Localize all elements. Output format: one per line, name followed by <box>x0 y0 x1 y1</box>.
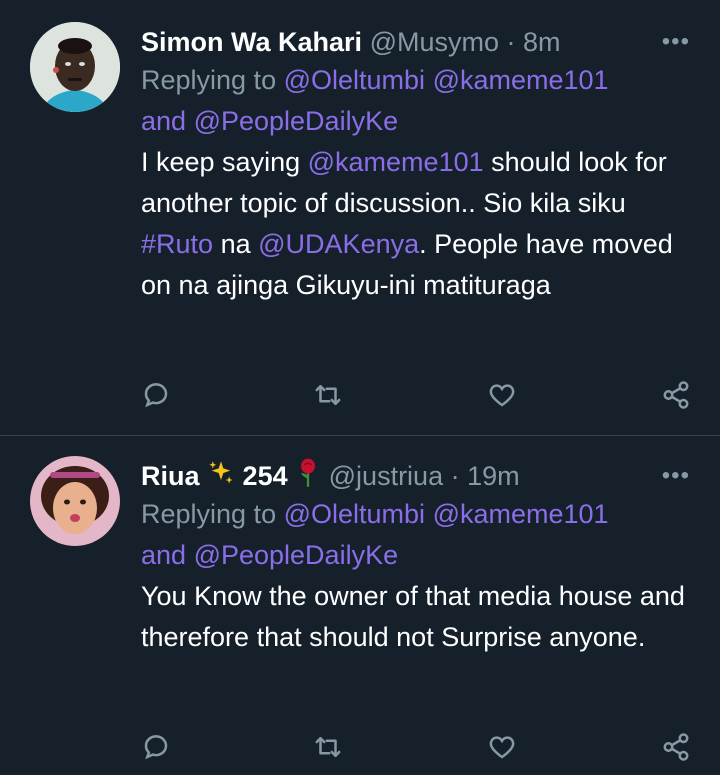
mention-link[interactable]: @Oleltumbi <box>284 499 425 529</box>
rose-icon <box>295 458 321 497</box>
handle[interactable]: @justriua <box>329 461 443 491</box>
replying-to: Replying to @Oleltumbi @kameme101 and @P… <box>141 60 698 142</box>
mention-link[interactable]: @PeopleDailyKe <box>194 540 399 570</box>
avatar[interactable] <box>30 456 120 546</box>
mention-link[interactable]: @kameme101 <box>308 147 484 177</box>
display-name[interactable]: Simon Wa Kahari <box>141 27 362 57</box>
separator-dot: · <box>499 27 523 57</box>
handle[interactable]: @Musymo <box>370 27 499 57</box>
avatar-image <box>30 456 120 546</box>
avatar[interactable] <box>30 22 120 112</box>
more-icon[interactable]: ••• <box>662 24 690 60</box>
display-name[interactable]: Riua <box>141 461 200 491</box>
replying-to: Replying to @Oleltumbi @kameme101 and @P… <box>141 494 698 576</box>
reply-icon[interactable] <box>138 729 174 765</box>
mention-link[interactable]: @Oleltumbi <box>284 65 425 95</box>
replying-prefix: Replying to <box>141 65 277 95</box>
display-name-suffix[interactable]: 254 <box>243 461 288 491</box>
replying-and[interactable]: and <box>141 106 186 136</box>
replying-and[interactable]: and <box>141 540 186 570</box>
mention-link[interactable]: @PeopleDailyKe <box>194 106 399 136</box>
retweet-icon[interactable] <box>310 377 346 413</box>
replying-prefix: Replying to <box>141 499 277 529</box>
tweet[interactable]: Riua 254 @justriua · 19m ••• Replying to… <box>0 436 720 775</box>
tweet-text-part: I keep saying <box>141 147 301 177</box>
tweet-text: You Know the owner of that media house a… <box>141 581 685 652</box>
avatar-image <box>30 22 120 112</box>
like-icon[interactable] <box>484 729 520 765</box>
timestamp[interactable]: 8m <box>523 27 561 57</box>
tweet[interactable]: Simon Wa Kahari @Musymo · 8m ••• Replyin… <box>0 0 720 436</box>
mention-link[interactable]: @UDAKenya <box>258 229 419 259</box>
like-icon[interactable] <box>484 377 520 413</box>
tweet-text-part: na <box>220 229 251 259</box>
sparkles-icon <box>207 459 235 496</box>
share-icon[interactable] <box>658 729 694 765</box>
tweet-actions <box>138 729 698 765</box>
share-icon[interactable] <box>658 377 694 413</box>
hashtag-link[interactable]: #Ruto <box>141 229 213 259</box>
reply-icon[interactable] <box>138 377 174 413</box>
more-icon[interactable]: ••• <box>662 458 690 494</box>
tweet-actions <box>138 377 698 413</box>
timestamp[interactable]: 19m <box>467 461 520 491</box>
mention-link[interactable]: @kameme101 <box>433 499 609 529</box>
separator-dot: · <box>443 461 468 491</box>
tweet-text: I keep saying @kameme101 should look for… <box>141 142 698 306</box>
retweet-icon[interactable] <box>310 729 346 765</box>
mention-link[interactable]: @kameme101 <box>433 65 609 95</box>
